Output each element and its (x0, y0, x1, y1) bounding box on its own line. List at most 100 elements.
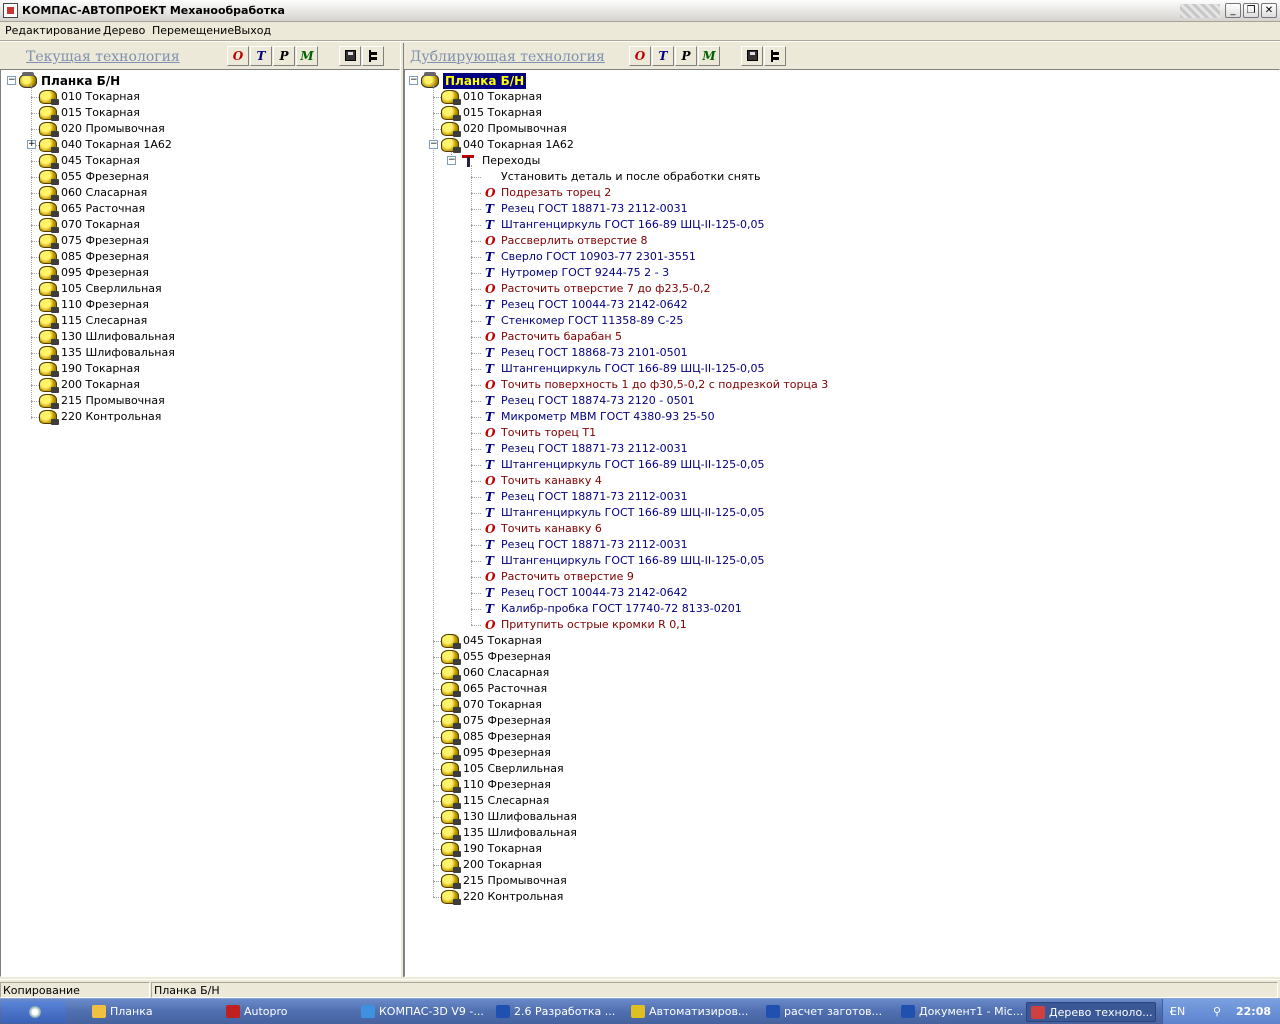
tree-op-item[interactable]: 070 Токарная (405, 697, 1279, 713)
tree-op-item[interactable]: 190 Токарная (1, 361, 399, 377)
taskbar-button[interactable]: Документ1 - Mic... (897, 1002, 1027, 1022)
tree-op-item[interactable]: 020 Промывочная (1, 121, 399, 137)
step-operation[interactable]: О Точить поверхность 1 до ф30,5-0,2 с под… (405, 377, 1279, 393)
tree-op-item[interactable]: 055 Фрезерная (1, 169, 399, 185)
tree-op-item[interactable]: 055 Фрезерная (405, 649, 1279, 665)
taskbar-button[interactable]: Планка (88, 1002, 218, 1022)
tree-op-item[interactable]: 015 Токарная (1, 105, 399, 121)
step-operation[interactable]: О Расточить отверстие 9 (405, 569, 1279, 585)
step-tool[interactable]: Т Штангенциркуль ГОСТ 166-89 ШЦ-II-125-0,… (405, 505, 1279, 521)
tree-op-item[interactable]: 190 Токарная (405, 841, 1279, 857)
app-icon[interactable] (3, 3, 18, 18)
search-icon[interactable]: ⚲ (1213, 1005, 1221, 1018)
step-tool[interactable]: Т Штангенциркуль ГОСТ 166-89 ШЦ-II-125-0,… (405, 217, 1279, 233)
step-tool[interactable]: Т Штангенциркуль ГОСТ 166-89 ШЦ-II-125-0,… (405, 457, 1279, 473)
left-panel-title[interactable]: Текущая технология (26, 49, 180, 65)
step-operation[interactable]: О Точить торец Т1 (405, 425, 1279, 441)
step-tool[interactable]: Т Резец ГОСТ 18868-73 2101-0501 (405, 345, 1279, 361)
start-button[interactable] (2, 1001, 66, 1023)
collapse-button[interactable]: − (409, 76, 418, 85)
left-tree[interactable]: Планка Б/Н − 010 Токарная 015 Токарная 020 П… (0, 69, 400, 977)
taskbar-button[interactable]: Autopro (222, 1002, 352, 1022)
tree-op-item[interactable]: 130 Шлифовальная (405, 809, 1279, 825)
taskbar-button[interactable]: расчет заготов... (762, 1002, 892, 1022)
tree-op-item[interactable]: 115 Слесарная (1, 313, 399, 329)
tree-op-item[interactable]: 135 Шлифовальная (1, 345, 399, 361)
tree-op-item[interactable]: 130 Шлифовальная (1, 329, 399, 345)
taskbar-button[interactable]: Автоматизиров... (627, 1002, 757, 1022)
tree-op-item[interactable]: 045 Токарная (1, 153, 399, 169)
step-operation[interactable]: О Рассверлить отверстие 8 (405, 233, 1279, 249)
tree-op-item[interactable]: 070 Токарная (1, 217, 399, 233)
right-tree-button[interactable] (764, 46, 786, 66)
tree-op-item[interactable]: 065 Расточная (1, 201, 399, 217)
step-tool[interactable]: Т Штангенциркуль ГОСТ 166-89 ШЦ-II-125-0,… (405, 361, 1279, 377)
right-tree[interactable]: Планка Б/Н − 010 Токарная 015 Токарная 020 П… (404, 69, 1280, 977)
tree-op-item[interactable]: 020 Промывочная (405, 121, 1279, 137)
left-btn-o[interactable]: О (227, 46, 249, 66)
step-tool[interactable]: Т Штангенциркуль ГОСТ 166-89 ШЦ-II-125-0,… (405, 553, 1279, 569)
tree-op-item[interactable]: 060 Сласарная (1, 185, 399, 201)
tree-op-item[interactable]: 215 Промывочная (405, 873, 1279, 889)
step-operation[interactable]: О Расточить барабан 5 (405, 329, 1279, 345)
step-text[interactable]: Установить деталь и после обработки снят… (405, 169, 1279, 185)
step-operation[interactable]: О Притупить острые кромки R 0,1 (405, 617, 1279, 633)
tree-op-item[interactable]: 075 Фрезерная (1, 233, 399, 249)
step-operation[interactable]: О Точить канавку 6 (405, 521, 1279, 537)
close-button[interactable]: ✕ (1261, 3, 1277, 18)
step-tool[interactable]: Т Резец ГОСТ 18874-73 2120 - 0501 (405, 393, 1279, 409)
tree-op-item[interactable]: 200 Токарная (1, 377, 399, 393)
step-tool[interactable]: Т Калибр-пробка ГОСТ 17740-72 8133-0201 (405, 601, 1279, 617)
left-btn-m[interactable]: М (296, 46, 318, 66)
minimize-button[interactable]: _ (1225, 3, 1241, 18)
tree-op-item[interactable]: 200 Токарная (405, 857, 1279, 873)
tree-op-item[interactable]: 095 Фрезерная (1, 265, 399, 281)
right-btn-t[interactable]: Т (652, 46, 674, 66)
right-btn-o[interactable]: О (629, 46, 651, 66)
tree-transitions[interactable]: Переходы (405, 153, 1279, 169)
step-tool[interactable]: Т Резец ГОСТ 18871-73 2112-0031 (405, 441, 1279, 457)
root-label[interactable]: Планка Б/Н (41, 73, 120, 89)
tree-op-item[interactable]: 215 Промывочная (1, 393, 399, 409)
menu-edit[interactable]: Редактирование (5, 24, 101, 37)
step-tool[interactable]: Т Стенкомер ГОСТ 11358-89 С-25 (405, 313, 1279, 329)
right-btn-p[interactable]: Р (675, 46, 697, 66)
right-save-button[interactable] (741, 46, 763, 66)
tree-op-item[interactable]: 135 Шлифовальная (405, 825, 1279, 841)
tree-op-item[interactable]: 095 Фрезерная (405, 745, 1279, 761)
restore-button[interactable]: ❐ (1243, 3, 1259, 18)
collapse-button[interactable]: − (7, 76, 16, 85)
tree-op-item[interactable]: 105 Сверлильная (405, 761, 1279, 777)
tree-op-item[interactable]: 220 Контрольная (1, 409, 399, 425)
step-operation[interactable]: О Точить канавку 4 (405, 473, 1279, 489)
tree-op-item[interactable]: 040 Токарная 1А62 (1, 137, 399, 153)
taskbar-button[interactable]: КОМПАС-3D V9 -... (357, 1002, 487, 1022)
tree-op-item[interactable]: 010 Токарная (405, 89, 1279, 105)
tree-op-item[interactable]: 115 Слесарная (405, 793, 1279, 809)
step-tool[interactable]: Т Резец ГОСТ 10044-73 2142-0642 (405, 297, 1279, 313)
right-panel-title[interactable]: Дублирующая технология (410, 49, 605, 65)
step-tool[interactable]: Т Сверло ГОСТ 10903-77 2301-3551 (405, 249, 1279, 265)
menu-exit[interactable]: Выход (234, 24, 271, 37)
left-save-button[interactable] (339, 46, 361, 66)
step-operation[interactable]: О Подрезать торец 2 (405, 185, 1279, 201)
taskbar-button[interactable]: Дерево техноло... (1026, 1002, 1156, 1022)
taskbar-button[interactable]: 2.6 Разработка ... (492, 1002, 622, 1022)
step-operation[interactable]: О Расточить отверстие 7 до ф23,5-0,2 (405, 281, 1279, 297)
step-tool[interactable]: Т Нутромер ГОСТ 9244-75 2 - 3 (405, 265, 1279, 281)
tree-op-item[interactable]: 105 Сверлильная (1, 281, 399, 297)
tree-op-item[interactable]: 065 Расточная (405, 681, 1279, 697)
root-label[interactable]: Планка Б/Н (441, 72, 528, 90)
step-tool[interactable]: Т Резец ГОСТ 18871-73 2112-0031 (405, 201, 1279, 217)
tree-op-item[interactable]: 085 Фрезерная (1, 249, 399, 265)
step-tool[interactable]: Т Микрометр МВМ ГОСТ 4380-93 25-50 (405, 409, 1279, 425)
language-indicator[interactable]: EN (1170, 1005, 1185, 1018)
collapse-button[interactable]: − (429, 140, 438, 149)
tree-op-item[interactable]: 045 Токарная (405, 633, 1279, 649)
left-btn-t[interactable]: Т (250, 46, 272, 66)
expand-button[interactable]: + (27, 140, 36, 149)
tree-op-item[interactable]: 110 Фрезерная (1, 297, 399, 313)
tree-op-item[interactable]: 085 Фрезерная (405, 729, 1279, 745)
step-tool[interactable]: Т Резец ГОСТ 18871-73 2112-0031 (405, 489, 1279, 505)
tree-root[interactable]: Планка Б/Н (405, 72, 1279, 90)
